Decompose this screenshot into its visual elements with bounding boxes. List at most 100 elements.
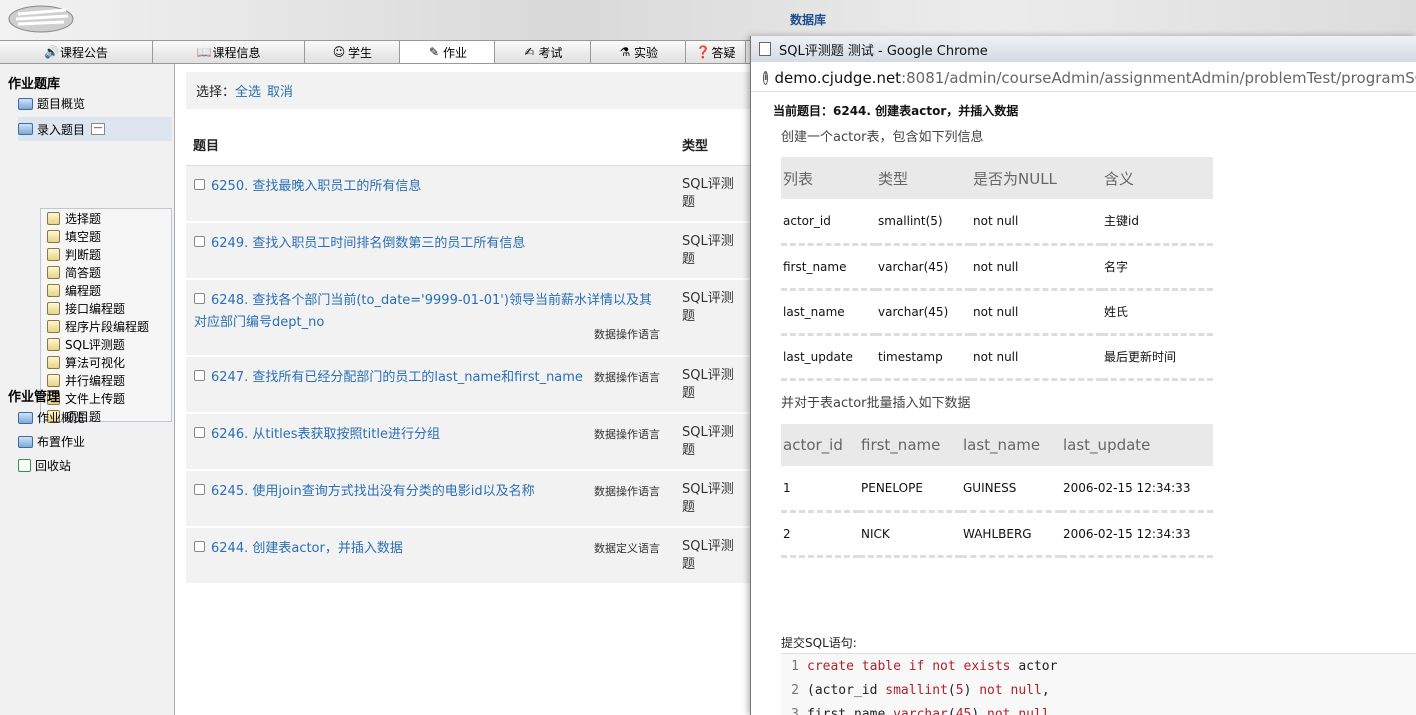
column-header: 含义 xyxy=(1102,157,1213,199)
item-label: 并行编程题 xyxy=(65,374,126,388)
tab-label: 作业 xyxy=(442,45,467,60)
problem-link[interactable]: 6245. 使用join查询方式找出没有分类的电影id以及名称 xyxy=(194,481,659,503)
database-link[interactable]: 数据库 xyxy=(790,11,826,28)
language-tag: 数据定义语言 xyxy=(594,542,660,555)
data-table: actor_id first_name last_name last_update 1 P… xyxy=(781,424,1213,558)
code-token: (actor_id xyxy=(807,682,886,698)
info-icon[interactable]: i xyxy=(763,70,769,85)
problem-link[interactable]: 6250. 查找最晚入职员工的所有信息 xyxy=(194,176,659,198)
sql-editor[interactable]: 1 create table if not exists actor 2 (actor… xyxy=(781,653,1416,715)
code-token: smallint xyxy=(885,682,948,698)
type-cell: SQL评测题 xyxy=(682,234,734,267)
tab-5[interactable]: ⚗ 实验 xyxy=(591,41,686,63)
table-cell: actor_id xyxy=(781,199,876,246)
url-host: demo.cjudge.net xyxy=(774,68,902,87)
question-type-item[interactable]: 判断题 xyxy=(47,246,101,263)
item-label: 选择题 xyxy=(65,212,102,226)
management-heading: 作业管理 xyxy=(8,390,61,405)
col-title: 题目 xyxy=(193,139,220,154)
problem-link[interactable]: 6244. 创建表actor，并插入数据 xyxy=(194,538,659,560)
table-row: last_update timestamp not null 最后更新时间 xyxy=(781,334,1213,381)
code-token: ( xyxy=(947,706,956,715)
insert-description: 并对于表actor批量插入如下数据 xyxy=(781,396,971,411)
table-cell: last_update xyxy=(781,334,876,381)
code-token: , xyxy=(1041,682,1050,698)
language-tag: 数据操作语言 xyxy=(594,485,660,498)
table-header: 题目 类型 xyxy=(186,124,752,166)
page-icon xyxy=(47,230,60,243)
homework-icon: ✎ xyxy=(428,45,440,59)
language-tag: 数据操作语言 xyxy=(594,328,660,341)
sidebar-item-entry[interactable]: 录入题目 — xyxy=(18,117,172,141)
page-icon xyxy=(47,302,60,315)
library-heading: 作业题库 xyxy=(8,77,61,92)
table-cell: 名字 xyxy=(1102,244,1213,291)
table-cell: last_name xyxy=(781,289,876,336)
code-line: 2 (actor_id smallint(5) not null, xyxy=(781,678,1416,702)
language-tag: 数据操作语言 xyxy=(594,371,660,384)
tab-4[interactable]: ✍ 考试 xyxy=(495,41,591,63)
table-row: 6250. 查找最晚入职员工的所有信息 SQL评测题 xyxy=(186,166,752,222)
item-label: 布置作业 xyxy=(37,435,86,449)
question-type-item[interactable]: 接口编程题 xyxy=(47,300,125,317)
app-header: 数据库 xyxy=(0,0,1416,40)
table-cell: 最后更新时间 xyxy=(1102,334,1213,381)
question-type-item[interactable]: 编程题 xyxy=(47,282,101,299)
question-type-item[interactable]: 简答题 xyxy=(47,264,101,281)
table-row: last_name varchar(45) not null 姓氏 xyxy=(781,289,1213,336)
select-bar: 选择： 全选 取消 xyxy=(186,72,752,109)
code-line: 3 first_name varchar(45) not null, xyxy=(781,702,1416,715)
item-label: 简答题 xyxy=(65,266,102,280)
problem-link[interactable]: 6248. 查找各个部门当前(to_date='9999-01-01')领导当前… xyxy=(194,290,659,334)
question-type-item[interactable]: SQL评测题 xyxy=(47,336,125,353)
table-cell: 2006-02-15 12:34:33 xyxy=(1061,511,1213,558)
tab-6[interactable]: ❓ 答疑 xyxy=(686,41,746,63)
problem-link[interactable]: 6246. 从titles表获取按照title进行分组 xyxy=(194,424,659,446)
table-row: first_name varchar(45) not null 名字 xyxy=(781,244,1213,291)
collapse-icon[interactable]: — xyxy=(91,123,106,135)
table-row: 1 PENELOPE GUINESS 2006-02-15 12:34:33 xyxy=(781,466,1213,513)
problem-link[interactable]: 6249. 查找入职员工时间排名倒数第三的员工所有信息 xyxy=(194,233,659,255)
tab-label: 学生 xyxy=(347,45,372,60)
code-token: first_name xyxy=(807,706,894,715)
question-type-item[interactable]: 算法可视化 xyxy=(47,354,125,371)
table-cell: 2006-02-15 12:34:33 xyxy=(1061,466,1213,513)
table-row: 2 NICK WAHLBERG 2006-02-15 12:34:33 xyxy=(781,511,1213,558)
schema-table: 列表 类型 是否为NULL 含义 actor_id smallint(5) not null… xyxy=(781,157,1213,381)
code-token: varchar xyxy=(893,706,948,715)
mgmt-item[interactable]: 回收站 xyxy=(18,457,71,474)
problem-link[interactable]: 6247. 查找所有已经分配部门的员工的last_name和first_name xyxy=(194,367,659,389)
question-type-item[interactable]: 选择题 xyxy=(47,210,101,227)
page-icon xyxy=(47,356,60,369)
table-cell: PENELOPE xyxy=(859,466,961,513)
tab-1[interactable]: 📖 课程信息 xyxy=(153,41,305,63)
tab-0[interactable]: 🔊 课程公告 xyxy=(0,41,153,63)
tab-3[interactable]: ✎ 作业 xyxy=(400,41,495,63)
lab-icon: ⚗ xyxy=(619,45,631,59)
mgmt-item[interactable]: 布置作业 xyxy=(18,433,85,450)
item-label: 作业概览 xyxy=(37,411,86,425)
table-cell: smallint(5) xyxy=(876,199,971,246)
mgmt-item[interactable]: 作业概览 xyxy=(18,409,85,426)
url-path: :8081/admin/courseAdmin/assignmentAdmin/… xyxy=(901,68,1416,87)
table-cell: 2 xyxy=(781,511,859,558)
main-panel: 选择： 全选 取消 题目 类型 6250. 查找最晚入职员工的所有信息 SQL评测… xyxy=(176,64,752,715)
recycle-icon xyxy=(18,459,31,472)
table-cell: first_name xyxy=(781,244,876,291)
submit-label: 提交SQL语句: xyxy=(781,636,857,650)
question-type-item[interactable]: 程序片段编程题 xyxy=(47,318,149,335)
table-cell: 姓氏 xyxy=(1102,289,1213,336)
table-cell: not null xyxy=(971,289,1102,336)
cancel-link[interactable]: 取消 xyxy=(267,81,293,100)
table-cell: not null xyxy=(971,199,1102,246)
col-type: 类型 xyxy=(682,139,709,154)
line-number: 2 xyxy=(791,682,799,698)
question-type-item[interactable]: 填空题 xyxy=(47,228,101,245)
select-all-link[interactable]: 全选 xyxy=(235,81,261,100)
sidebar-item-overview[interactable]: 题目概览 xyxy=(18,95,85,112)
folder-icon xyxy=(18,435,33,448)
book-icon: 📖 xyxy=(196,45,212,59)
tab-2[interactable]: ☺ 学生 xyxy=(305,41,400,63)
address-bar[interactable]: i demo.cjudge.net:8081/admin/courseAdmin/… xyxy=(751,64,1416,92)
table-cell: 主键id xyxy=(1102,199,1213,246)
